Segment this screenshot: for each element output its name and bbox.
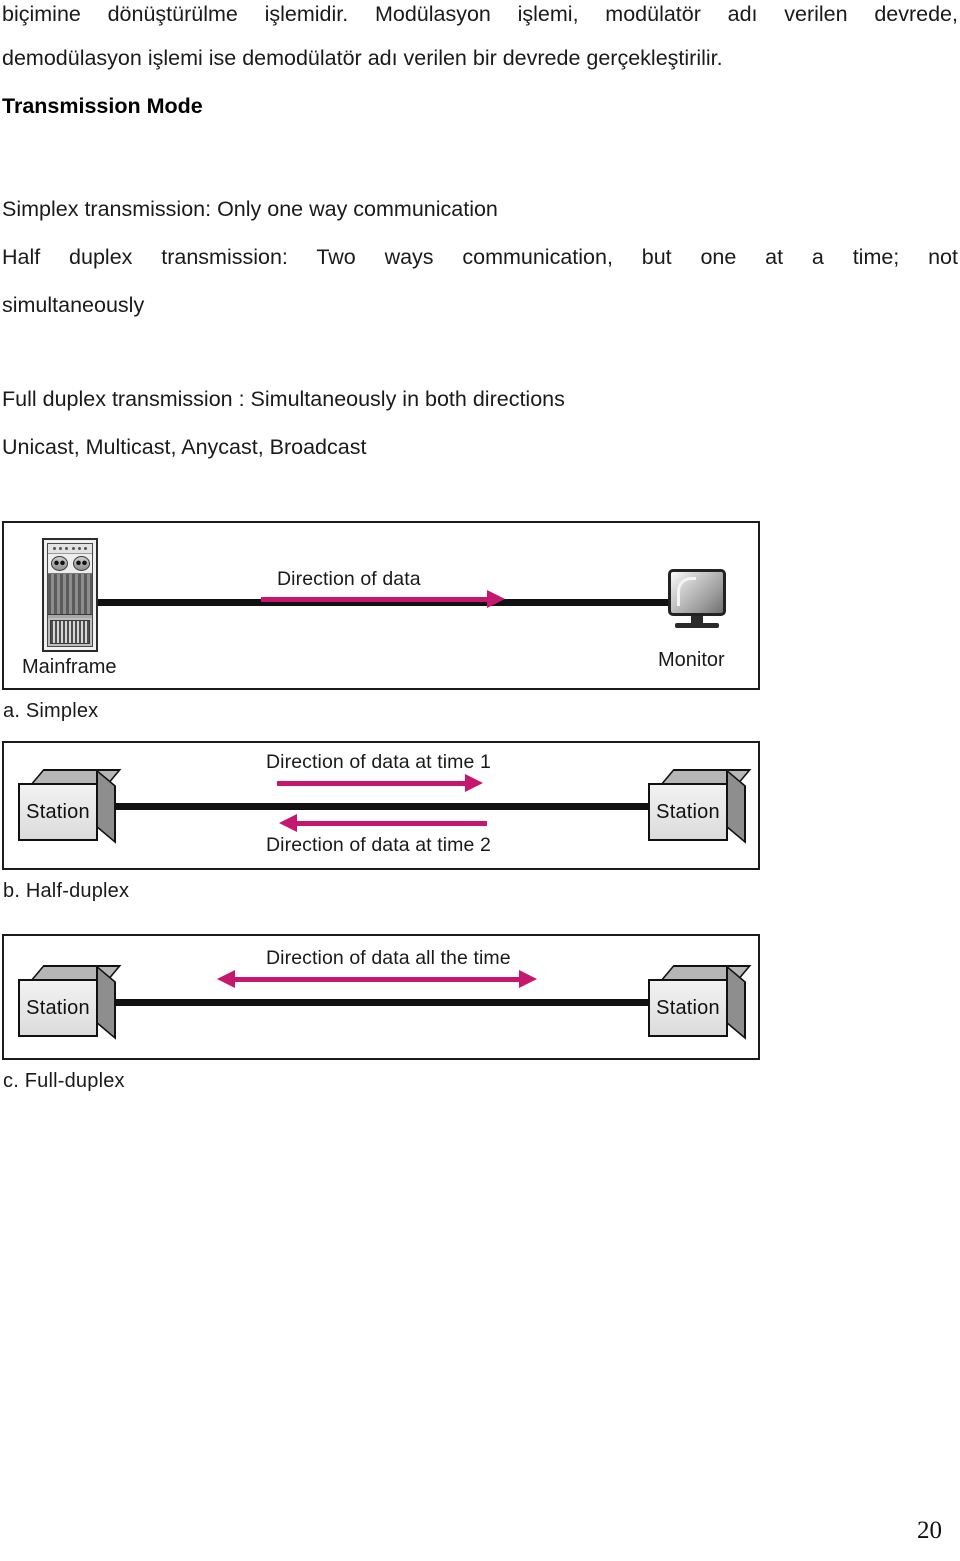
half-duplex-definition-line-2: simultaneously — [2, 293, 145, 317]
full-duplex-left-station: Station — [18, 965, 122, 1040]
full-duplex-bus-line — [104, 999, 652, 1006]
half-duplex-right-station: Station — [648, 769, 752, 844]
station-label: Station — [26, 800, 90, 823]
half-duplex-arrow-head-right-icon — [465, 774, 483, 792]
full-duplex-arrow-shaft — [233, 977, 521, 982]
mainframe-label: Mainframe — [22, 656, 117, 678]
half-duplex-arrow-shaft-bottom — [297, 821, 487, 826]
simplex-arrow-shaft — [261, 597, 489, 602]
half-duplex-arrow-shaft-top — [277, 781, 467, 786]
intro-paragraph-line-1: biçimine dönüştürülme işlemidir. Modülas… — [2, 2, 958, 26]
station-label: Station — [26, 996, 90, 1019]
half-duplex-definition-line-1: Half duplex transmission: Two ways commu… — [2, 245, 958, 269]
intro-paragraph-line-2: demodülasyon işlemi ise demodülatör adı … — [2, 46, 723, 70]
half-duplex-left-station: Station — [18, 769, 122, 844]
station-label: Station — [656, 800, 720, 823]
station-label: Station — [656, 996, 720, 1019]
half-duplex-arrow-label-top: Direction of data at time 1 — [266, 751, 491, 773]
half-duplex-diagram-panel: Station Station Direction of data at tim… — [2, 741, 760, 870]
simplex-arrow-label: Direction of data — [277, 568, 421, 590]
full-duplex-diagram-panel: Station Station Direction of data all th… — [2, 934, 760, 1060]
page-number: 20 — [917, 1517, 942, 1544]
half-duplex-arrow-label-bottom: Direction of data at time 2 — [266, 834, 491, 856]
full-duplex-arrow-label: Direction of data all the time — [266, 947, 511, 969]
section-heading: Transmission Mode — [2, 94, 203, 118]
simplex-definition-line: Simplex transmission: Only one way commu… — [2, 197, 498, 221]
simplex-caption: a. Simplex — [3, 700, 99, 722]
simplex-diagram-panel: Mainframe Monitor Direction of data — [2, 521, 760, 690]
full-duplex-right-station: Station — [648, 965, 752, 1040]
simplex-arrow-head-right-icon — [487, 590, 505, 608]
monitor-icon — [668, 569, 730, 631]
mainframe-icon — [42, 538, 98, 652]
cast-types-line: Unicast, Multicast, Anycast, Broadcast — [2, 435, 367, 459]
full-duplex-arrow-head-right-icon — [519, 970, 537, 988]
half-duplex-arrow-head-left-icon — [279, 814, 297, 832]
full-duplex-arrow-head-left-icon — [217, 970, 235, 988]
full-duplex-definition-line: Full duplex transmission : Simultaneousl… — [2, 387, 565, 411]
half-duplex-caption: b. Half-duplex — [3, 880, 130, 902]
half-duplex-bus-line — [104, 803, 652, 810]
monitor-label: Monitor — [658, 649, 725, 671]
transmission-modes-figure: Mainframe Monitor Direction of data a. S… — [2, 521, 760, 1091]
full-duplex-caption: c. Full-duplex — [3, 1070, 125, 1092]
